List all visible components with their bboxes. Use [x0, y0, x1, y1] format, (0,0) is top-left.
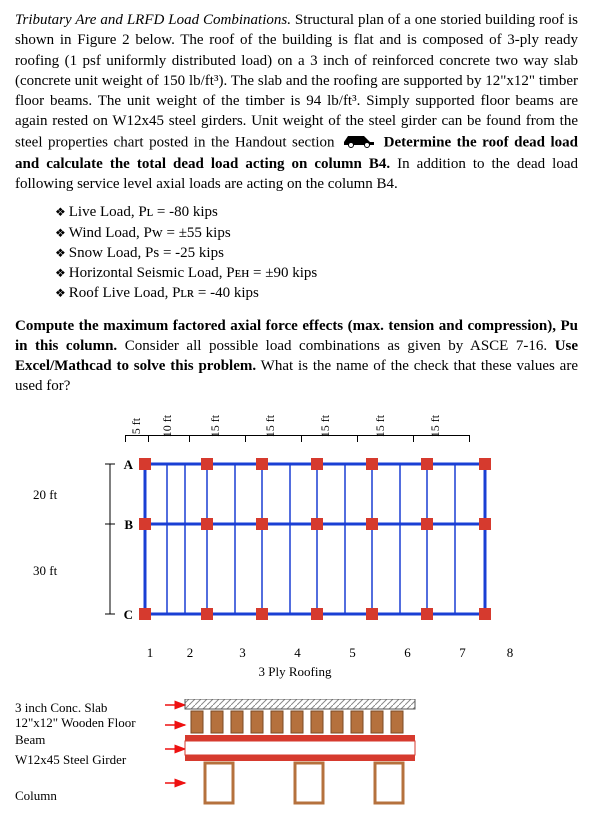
row-label-a: A: [124, 457, 134, 472]
list-item: Horizontal Seismic Load, Pᴇʜ = ±90 kips: [55, 263, 578, 283]
list-item: Roof Live Load, Pʟʀ = -40 kips: [55, 283, 578, 303]
vdim-2: 30 ft: [33, 562, 57, 580]
plan-svg: A B C: [105, 454, 505, 634]
section-svg: [165, 699, 425, 809]
col-num: 2: [165, 644, 215, 662]
car-icon: [342, 132, 376, 154]
col-num: 4: [270, 644, 325, 662]
spacing-label: 10 ft: [159, 415, 175, 437]
spacing-label: 5 ft: [128, 418, 144, 434]
figure-caption: 3 Ply Roofing: [125, 663, 465, 681]
list-item: Snow Load, Ps = -25 kips: [55, 243, 578, 263]
list-item: Wind Load, Pw = ±55 kips: [55, 223, 578, 243]
spacing-label: 15 ft: [206, 415, 222, 437]
spacing-label: 15 ft: [261, 415, 277, 437]
col-num: 7: [435, 644, 490, 662]
spacing-label: 15 ft: [371, 415, 387, 437]
col-num: 1: [135, 644, 165, 662]
col-num: 6: [380, 644, 435, 662]
row-label-b: B: [124, 517, 133, 532]
section-title: Tributary Are and LRFD Load Combinations…: [15, 12, 291, 28]
intro-body: Structural plan of a one storied buildin…: [15, 12, 578, 150]
load-list: Live Load, Pʟ = -80 kips Wind Load, Pw =…: [15, 202, 578, 303]
row-label-c: C: [124, 607, 133, 622]
section-label-beam: 12"x12" Wooden Floor Beam: [15, 714, 145, 749]
col-num: 8: [490, 644, 530, 662]
task-rest-1: Consider all possible load combinations …: [125, 338, 547, 354]
figure-plan: 5 ft 10 ft 15 ft 15 ft 15 ft 15 ft 15 ft…: [85, 405, 578, 681]
vdim-1: 20 ft: [33, 486, 57, 504]
list-item: Live Load, Pʟ = -80 kips: [55, 202, 578, 222]
spacing-label: 15 ft: [316, 415, 332, 437]
section-label-column: Column: [15, 787, 145, 805]
figure-section: 3 inch Conc. Slab 12"x12" Wooden Floor B…: [15, 699, 578, 815]
section-label-girder: W12x45 Steel Girder: [15, 751, 145, 769]
col-num: 5: [325, 644, 380, 662]
col-num: 3: [215, 644, 270, 662]
spacing-label: 15 ft: [426, 415, 442, 437]
